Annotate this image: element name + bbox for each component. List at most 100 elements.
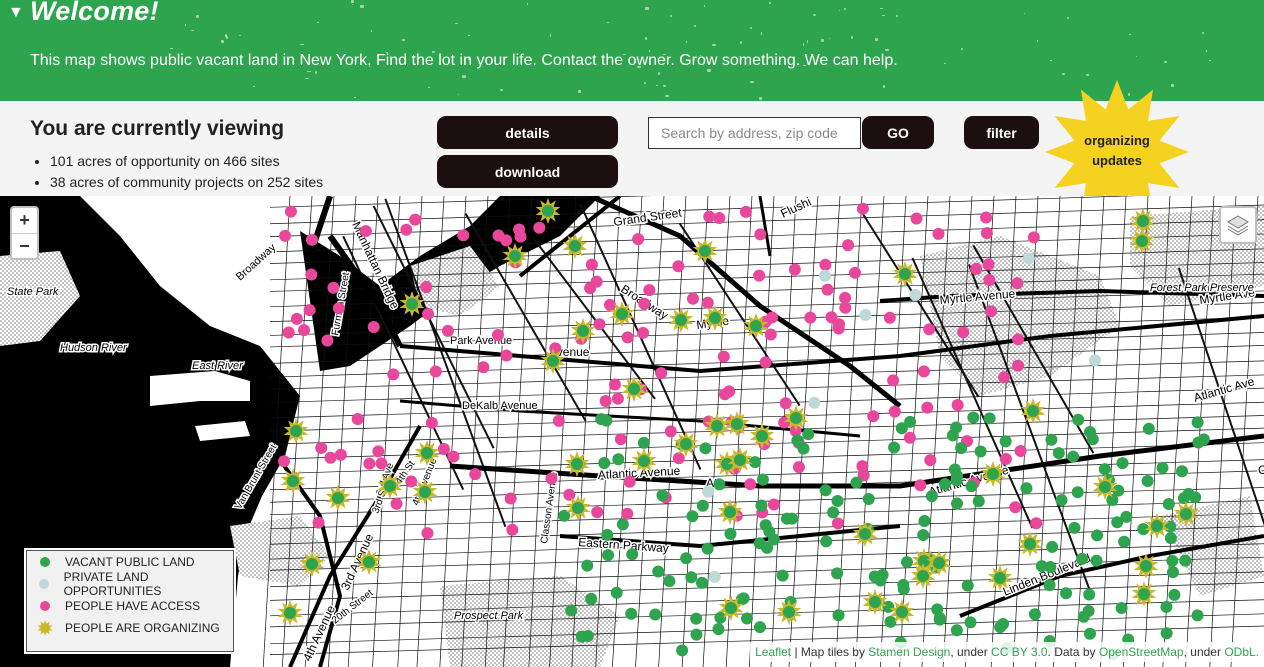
vacant-marker[interactable] [1160,627,1173,640]
access-marker[interactable] [429,365,442,378]
vacant-marker[interactable] [786,512,799,525]
organizing-marker-center[interactable] [756,430,768,442]
vacant-marker[interactable] [1116,457,1129,470]
vacant-marker[interactable] [1191,609,1204,622]
access-marker[interactable] [611,392,624,405]
access-marker[interactable] [533,221,546,234]
vacant-marker[interactable] [1091,529,1104,542]
vacant-marker[interactable] [656,489,669,502]
organizing-marker-center[interactable] [571,458,583,470]
access-marker[interactable] [284,205,297,218]
access-marker[interactable] [591,506,604,519]
vacant-marker[interactable] [680,552,693,565]
organizing-marker-center[interactable] [363,556,375,568]
access-marker[interactable] [932,227,945,240]
organizing-marker-center[interactable] [933,557,945,569]
organizing-marker-center[interactable] [859,528,871,540]
access-marker[interactable] [983,274,996,287]
vacant-marker[interactable] [950,474,963,487]
vacant-marker[interactable] [1111,516,1124,529]
vacant-marker[interactable] [1106,494,1119,507]
download-button[interactable]: download [437,155,618,188]
access-marker[interactable] [1014,444,1027,457]
vacant-marker[interactable] [637,436,650,449]
vacant-marker[interactable] [1166,566,1179,579]
private-marker[interactable] [859,308,872,321]
organizing-marker-center[interactable] [628,383,640,395]
vacant-marker[interactable] [917,529,930,542]
vacant-marker[interactable] [1076,552,1089,565]
vacant-marker[interactable] [663,575,676,588]
vacant-marker[interactable] [1046,540,1059,553]
organizing-marker-center[interactable] [542,205,554,217]
vacant-marker[interactable] [1166,554,1179,567]
vacant-marker[interactable] [616,518,629,531]
organizing-marker-center[interactable] [421,447,433,459]
vacant-marker[interactable] [974,445,987,458]
vacant-marker[interactable] [699,442,712,455]
vacant-marker[interactable] [690,612,703,625]
organizing-marker-center[interactable] [750,320,762,332]
access-marker[interactable] [312,516,325,529]
vacant-marker[interactable] [1118,535,1131,548]
vacant-marker[interactable] [565,604,578,617]
vacant-marker[interactable] [763,525,776,538]
vacant-marker[interactable] [939,478,952,491]
access-marker[interactable] [303,304,316,317]
vacant-marker[interactable] [1060,587,1073,600]
organizing-marker-center[interactable] [287,475,299,487]
organizing-marker-center[interactable] [1136,235,1148,247]
access-marker[interactable] [924,454,937,467]
organizing-marker-center[interactable] [987,468,999,480]
access-marker[interactable] [614,433,627,446]
collapse-triangle-icon[interactable]: ▼ [8,4,24,21]
access-marker[interactable] [804,311,817,324]
access-marker[interactable] [441,324,454,337]
vacant-marker[interactable] [950,624,963,637]
access-marker[interactable] [305,233,318,246]
access-marker[interactable] [984,305,997,318]
vacant-marker[interactable] [701,542,714,555]
vacant-marker[interactable] [1115,602,1128,615]
vacant-marker[interactable] [1068,521,1081,534]
access-marker[interactable] [372,445,385,458]
map[interactable]: Grand Street Flushi Broadway Broadway Ma… [0,196,1264,667]
access-marker[interactable] [367,320,380,333]
vacant-marker[interactable] [965,480,978,493]
vacant-marker[interactable] [612,453,625,466]
access-marker[interactable] [921,401,934,414]
private-marker[interactable] [702,485,715,498]
organizing-marker-center[interactable] [1138,588,1150,600]
vacant-marker[interactable] [1098,463,1111,476]
access-marker[interactable] [469,468,482,481]
access-marker[interactable] [420,281,433,294]
go-button[interactable]: GO [862,116,934,149]
vacant-marker[interactable] [1043,579,1056,592]
organizing-marker-center[interactable] [332,492,344,504]
vacant-marker[interactable] [581,630,594,643]
access-marker[interactable] [686,292,699,305]
vacant-marker[interactable] [897,578,910,591]
leaflet-link[interactable]: Leaflet [755,645,791,659]
access-marker[interactable] [778,416,791,429]
vacant-marker[interactable] [756,473,769,486]
access-marker[interactable] [739,205,752,218]
organizing-marker-center[interactable] [306,558,318,570]
access-marker[interactable] [923,323,936,336]
access-marker[interactable] [324,451,337,464]
vacant-marker[interactable] [874,574,887,587]
access-marker[interactable] [643,284,656,297]
vacant-marker[interactable] [1176,465,1189,478]
access-marker[interactable] [500,349,513,362]
vacant-marker[interactable] [625,607,638,620]
organizing-marker-center[interactable] [547,355,559,367]
odbl-link[interactable]: ODbL. [1224,645,1259,659]
organizing-marker-center[interactable] [284,607,296,619]
vacant-marker[interactable] [776,569,789,582]
access-marker[interactable] [888,405,901,418]
vacant-marker[interactable] [601,528,614,541]
vacant-marker[interactable] [713,478,726,491]
vacant-marker[interactable] [882,600,895,613]
vacant-marker[interactable] [1086,433,1099,446]
organizing-marker-center[interactable] [724,506,736,518]
